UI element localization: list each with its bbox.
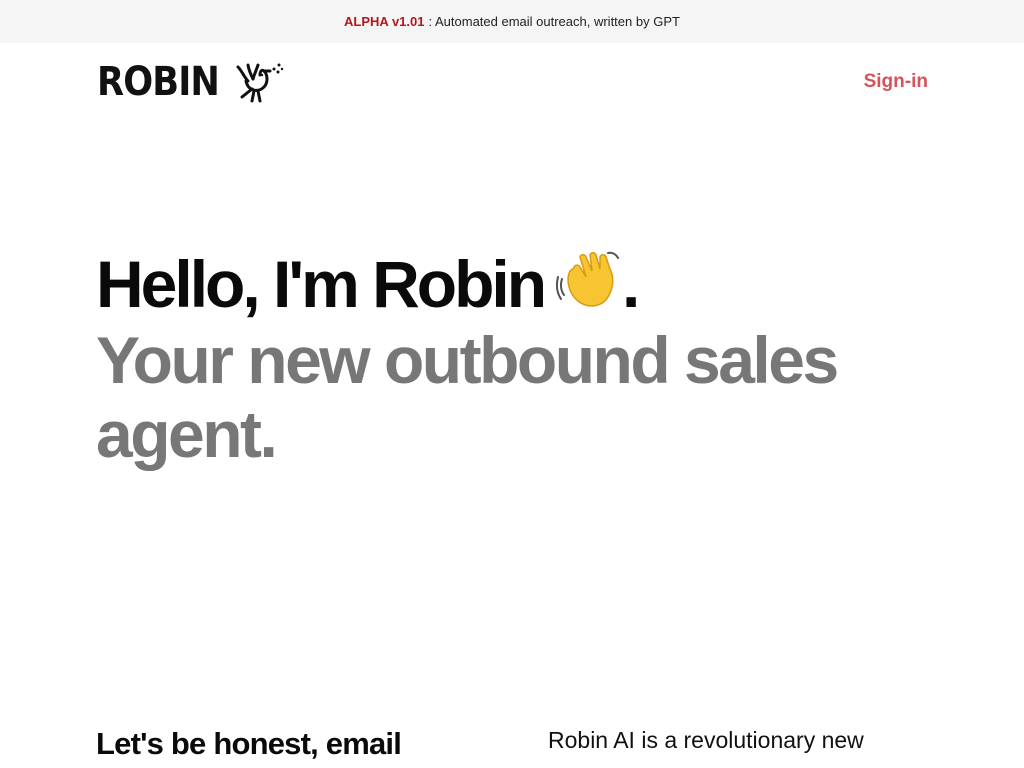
- hero-heading: Hello, I'm Robin .: [96, 245, 896, 323]
- hero-greeting: Hello, I'm Robin: [96, 247, 547, 321]
- section-intro-text: Robin AI is a revolutionary new: [548, 727, 864, 753]
- waving-hand-icon: [556, 251, 620, 307]
- bird-icon: [236, 63, 283, 103]
- announcement-banner: ALPHA v1.01 : Automated email outreach, …: [0, 0, 1024, 43]
- logo-text: ROBIN: [97, 59, 220, 105]
- logo-link[interactable]: ROBIN: [97, 59, 286, 105]
- signin-link[interactable]: Sign-in: [864, 71, 928, 93]
- site-header: ROBIN Sign-in: [0, 43, 1024, 123]
- hero-subheading: Your new outbound sales agent.: [96, 323, 839, 471]
- section-heading: Let's be honest, email: [96, 726, 402, 761]
- hero-section: Hello, I'm Robin . Your new outbound sal…: [96, 245, 896, 471]
- version-badge: ALPHA v1.01: [344, 14, 425, 29]
- banner-text: : Automated email outreach, written by G…: [428, 14, 680, 29]
- hero-punct: .: [622, 247, 640, 321]
